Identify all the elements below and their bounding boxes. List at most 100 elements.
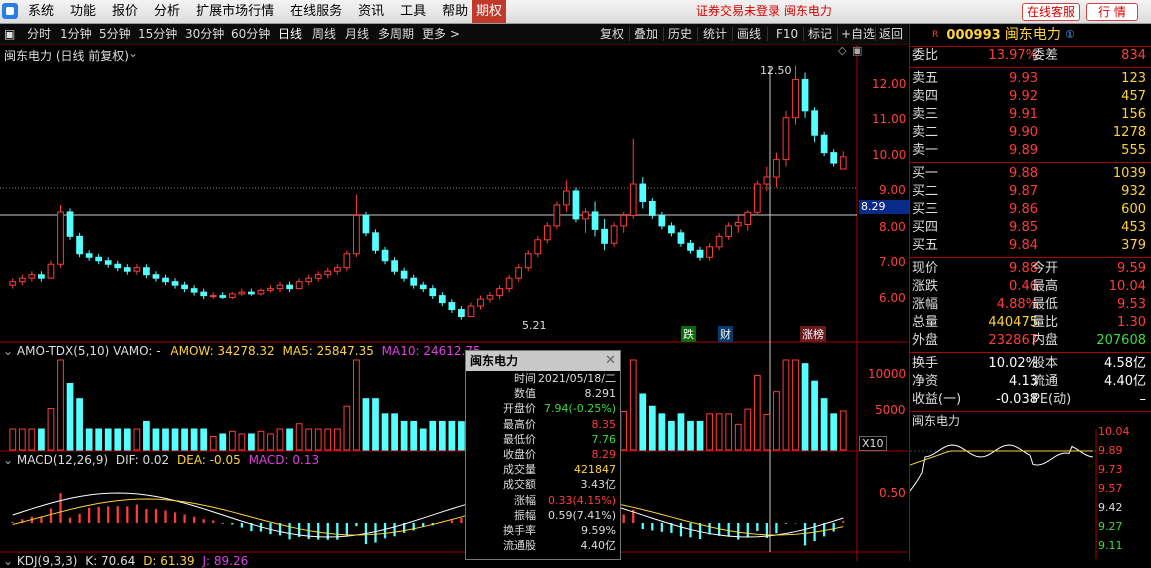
candle-body[interactable] bbox=[391, 260, 398, 272]
candle-body[interactable] bbox=[782, 117, 790, 161]
candle-body[interactable] bbox=[372, 232, 379, 251]
candle-body[interactable] bbox=[38, 274, 45, 279]
candle-body[interactable] bbox=[801, 78, 809, 112]
login-notice[interactable]: 证券交易未登录 闽东电力 bbox=[696, 0, 832, 23]
candle-body[interactable] bbox=[343, 253, 351, 269]
candle-body[interactable] bbox=[200, 291, 208, 297]
period-tab-15min[interactable]: 15分钟 bbox=[138, 24, 177, 44]
candle-body[interactable] bbox=[324, 270, 332, 276]
candle-body[interactable] bbox=[477, 298, 484, 307]
adjust-button[interactable]: 复权 bbox=[600, 24, 624, 44]
period-tab-5min[interactable]: 5分钟 bbox=[99, 24, 131, 44]
candle-body[interactable] bbox=[57, 211, 64, 265]
candle-body[interactable] bbox=[133, 267, 141, 272]
history-button[interactable]: 历史 bbox=[668, 24, 692, 44]
app-logo-icon[interactable] bbox=[2, 3, 18, 19]
candle-body[interactable] bbox=[228, 293, 236, 298]
candle-body[interactable] bbox=[715, 235, 723, 248]
candle-body[interactable] bbox=[534, 239, 542, 255]
bid-level-row[interactable]: 买五 9.84 379 bbox=[910, 237, 1151, 255]
candle-body[interactable] bbox=[725, 225, 733, 237]
ask-level-row[interactable]: 卖一 9.89 555 bbox=[910, 142, 1151, 160]
candle-body[interactable] bbox=[171, 281, 179, 286]
candle-body[interactable] bbox=[668, 225, 675, 234]
candle-body[interactable] bbox=[114, 263, 122, 269]
menu-item-tools[interactable]: 工具 bbox=[392, 0, 434, 23]
candle-body[interactable] bbox=[658, 214, 666, 227]
candle-body[interactable] bbox=[276, 284, 284, 290]
candle-body[interactable] bbox=[257, 289, 265, 295]
candle-body[interactable] bbox=[830, 152, 838, 164]
quote-button[interactable]: 行 情 bbox=[1086, 3, 1138, 21]
overlay-button[interactable]: 叠加 bbox=[634, 24, 658, 44]
candle-body[interactable] bbox=[563, 190, 570, 206]
settings-diamond-icon[interactable]: ◇ bbox=[838, 44, 846, 57]
candle-body[interactable] bbox=[419, 284, 427, 290]
candle-body[interactable] bbox=[458, 309, 465, 318]
candle-body[interactable] bbox=[267, 288, 274, 291]
mark-button[interactable]: 标记 bbox=[808, 24, 832, 44]
candle-body[interactable] bbox=[753, 183, 761, 213]
options-tab[interactable]: 期权 bbox=[472, 0, 506, 23]
candle-body[interactable] bbox=[28, 274, 36, 279]
candle-body[interactable] bbox=[286, 284, 293, 290]
f10-button[interactable]: F10 bbox=[776, 24, 798, 44]
candle-body[interactable] bbox=[362, 214, 370, 234]
candle-body[interactable] bbox=[123, 267, 131, 272]
candlestick-chart[interactable] bbox=[0, 45, 908, 561]
candle-body[interactable] bbox=[314, 274, 322, 279]
menu-item-analysis[interactable]: 分析 bbox=[146, 0, 188, 23]
candle-body[interactable] bbox=[76, 235, 83, 255]
candle-body[interactable] bbox=[515, 267, 523, 279]
candle-body[interactable] bbox=[648, 200, 656, 216]
menu-item-online[interactable]: 在线服务 bbox=[282, 0, 350, 23]
candle-body[interactable] bbox=[9, 281, 17, 286]
candle-body[interactable] bbox=[400, 270, 408, 279]
candle-body[interactable] bbox=[620, 214, 628, 227]
candle-body[interactable] bbox=[591, 211, 599, 230]
candle-body[interactable] bbox=[353, 214, 360, 255]
collapse-icon[interactable]: ▣ bbox=[852, 44, 862, 57]
dropdown-icon[interactable]: ⌄ bbox=[3, 554, 13, 568]
candle-body[interactable] bbox=[295, 281, 303, 290]
candle-body[interactable] bbox=[610, 225, 618, 244]
period-tab-60min[interactable]: 60分钟 bbox=[231, 24, 270, 44]
event-marker-finance[interactable]: 财 bbox=[718, 326, 733, 342]
candle-body[interactable] bbox=[448, 302, 456, 311]
candle-body[interactable] bbox=[143, 267, 150, 276]
candle-body[interactable] bbox=[763, 176, 771, 185]
candle-body[interactable] bbox=[811, 110, 818, 136]
dropdown-icon[interactable]: ⌄ bbox=[128, 46, 138, 60]
bid-level-row[interactable]: 买一 9.88 1039 bbox=[910, 165, 1151, 183]
candle-body[interactable] bbox=[162, 277, 169, 283]
menu-item-function[interactable]: 功能 bbox=[62, 0, 104, 23]
candle-body[interactable] bbox=[687, 242, 694, 251]
period-tab-daily[interactable]: 日线 bbox=[278, 24, 302, 44]
candle-body[interactable] bbox=[582, 211, 589, 220]
candle-body[interactable] bbox=[190, 288, 198, 293]
back-button[interactable]: 返回 bbox=[879, 24, 903, 44]
statistics-button[interactable]: 统计 bbox=[703, 24, 727, 44]
candle-body[interactable] bbox=[248, 291, 255, 295]
candle-body[interactable] bbox=[18, 277, 26, 283]
period-tab-more[interactable]: 更多 > bbox=[422, 24, 460, 44]
menu-item-ext-market[interactable]: 扩展市场行情 bbox=[188, 0, 282, 23]
info-icon[interactable]: ① bbox=[1065, 28, 1075, 41]
candle-body[interactable] bbox=[381, 249, 389, 262]
period-tab-weekly[interactable]: 周线 bbox=[312, 24, 336, 44]
candle-body[interactable] bbox=[677, 232, 685, 244]
period-tab-30min[interactable]: 30分钟 bbox=[185, 24, 224, 44]
draw-line-button[interactable]: 画线 bbox=[737, 24, 761, 44]
period-tab-1min[interactable]: 1分钟 bbox=[60, 24, 92, 44]
candle-body[interactable] bbox=[773, 159, 780, 178]
bid-level-row[interactable]: 买二 9.87 932 bbox=[910, 183, 1151, 201]
bid-level-row[interactable]: 买三 9.86 600 bbox=[910, 201, 1151, 219]
candle-body[interactable] bbox=[820, 134, 828, 154]
candle-body[interactable] bbox=[734, 221, 742, 227]
candle-body[interactable] bbox=[429, 288, 437, 297]
candle-body[interactable] bbox=[553, 204, 561, 227]
candle-body[interactable] bbox=[438, 295, 446, 304]
candle-body[interactable] bbox=[85, 253, 93, 258]
ask-level-row[interactable]: 卖五 9.93 123 bbox=[910, 70, 1151, 88]
period-tab-monthly[interactable]: 月线 bbox=[345, 24, 369, 44]
